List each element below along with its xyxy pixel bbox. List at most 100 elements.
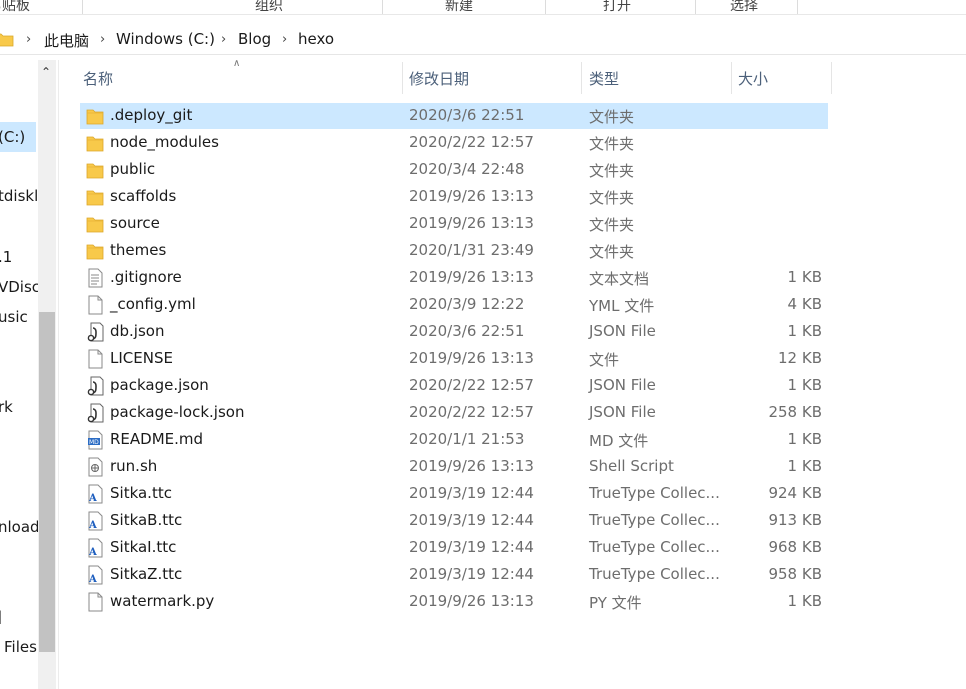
column-header-size[interactable]: 大小 [738,68,768,89]
file-size: 1 KB [787,322,822,340]
file-row[interactable]: scaffolds 2019/9/26 13:13 文件夹 [80,184,828,210]
ribbon-divider [797,0,798,14]
file-type: 文件夹 [589,189,635,207]
json-file-icon [87,322,104,342]
ribbon-group-organize[interactable]: 组织 [255,0,283,14]
file-name: public [110,160,156,178]
file-type: 文件夹 [589,108,635,126]
breadcrumb-this-pc[interactable]: 此电脑 [44,30,89,51]
file-row[interactable]: LICENSE 2019/9/26 13:13 文件 12 KB [80,346,828,372]
column-header-row: 名称 修改日期 类型 大小 [80,60,966,94]
file-size: 12 KB [778,349,822,367]
file-row[interactable]: .deploy_git 2020/3/6 22:51 文件夹 [80,103,828,129]
breadcrumb-blog[interactable]: Blog [238,30,271,48]
file-modified-date: 2020/1/31 23:49 [409,241,534,259]
column-header-name[interactable]: 名称 [83,68,113,89]
text-file-icon [88,268,103,288]
chevron-right-icon[interactable]: › [26,32,31,47]
ribbon-group-select[interactable]: 选择 [730,0,758,14]
scrollbar-thumb[interactable] [39,312,55,652]
blank-file-icon [88,592,103,612]
file-row[interactable]: db.json 2020/3/6 22:51 JSON File 1 KB [80,319,828,345]
ribbon-group-clipboard[interactable]: 剪贴板 [0,0,30,14]
ribbon-divider [545,0,546,14]
file-type: 文件夹 [589,135,635,153]
folder-icon [0,33,14,47]
font-file-icon: A [88,565,103,585]
file-size: 958 KB [768,565,822,583]
file-name: SitkaZ.ttc [110,565,183,583]
file-row[interactable]: public 2020/3/4 22:48 文件夹 [80,157,828,183]
nav-item-music[interactable]: usic [0,308,28,326]
file-name: package-lock.json [110,403,245,421]
chevron-right-icon[interactable]: › [221,32,226,47]
column-header-date[interactable]: 修改日期 [409,68,469,89]
file-row[interactable]: package-lock.json 2020/2/22 12:57 JSON Fil… [80,400,828,426]
nav-item-downloads[interactable]: nload [0,518,40,536]
file-row[interactable]: A SitkaI.ttc 2019/3/19 12:44 TrueType Colle… [80,535,828,561]
navigation-pane[interactable]: (C:) tdiskl .1 VDisc usic rk nload ] Fil… [0,60,59,689]
file-row[interactable]: themes 2020/1/31 23:49 文件夹 [80,238,828,264]
ribbon-group-labels: 剪贴板 组织 新建 打开 选择 [0,0,966,15]
file-name: scaffolds [110,187,177,205]
file-size: 1 KB [787,457,822,475]
file-modified-date: 2020/2/22 12:57 [409,376,534,394]
file-type: JSON File [589,403,656,421]
column-divider[interactable] [731,62,732,94]
scroll-up-icon[interactable]: ⌃ [41,65,51,79]
file-row[interactable]: _config.yml 2020/3/9 12:22 YML 文件 4 KB [80,292,828,318]
nav-item[interactable]: ] [0,608,2,626]
json-file-icon [87,376,104,396]
file-modified-date: 2019/3/19 12:44 [409,538,534,556]
column-divider[interactable] [402,62,403,94]
svg-text:A: A [88,547,97,558]
file-size: 1 KB [787,376,822,394]
file-row[interactable]: A SitkaZ.ttc 2019/3/19 12:44 TrueType Colle… [80,562,828,588]
file-modified-date: 2019/9/26 13:13 [409,592,534,610]
file-type: 文件夹 [589,243,635,261]
file-type: JSON File [589,376,656,394]
file-modified-date: 2019/9/26 13:13 [409,187,534,205]
file-modified-date: 2019/9/26 13:13 [409,268,534,286]
breadcrumb-drive[interactable]: Windows (C:) [116,30,215,48]
nav-item[interactable]: .1 [0,248,12,266]
file-row[interactable]: MD README.md 2020/1/1 21:53 MD 文件 1 KB [80,427,828,453]
nav-item-drive[interactable]: (C:) [0,128,25,146]
file-row[interactable]: node_modules 2020/2/22 12:57 文件夹 [80,130,828,156]
column-divider[interactable] [581,62,582,94]
json-file-icon [87,403,104,423]
file-row[interactable]: source 2019/9/26 13:13 文件夹 [80,211,828,237]
file-name: SitkaI.ttc [110,538,177,556]
file-row[interactable]: run.sh 2019/9/26 13:13 Shell Script 1 KB [80,454,828,480]
file-name: SitkaB.ttc [110,511,183,529]
column-header-type[interactable]: 类型 [589,68,619,89]
file-size: 1 KB [787,268,822,286]
chevron-right-icon[interactable]: › [282,32,287,47]
folder-icon [86,244,104,260]
chevron-right-icon[interactable]: › [100,32,105,47]
nav-item[interactable]: tdiskl [0,187,38,205]
nav-scrollbar[interactable]: ⌃ [38,60,56,689]
nav-item-files[interactable]: Files [4,638,37,656]
nav-item[interactable]: VDisc [0,278,40,296]
file-modified-date: 2020/2/22 12:57 [409,133,534,151]
file-row[interactable]: .gitignore 2019/9/26 13:13 文本文档 1 KB [80,265,828,291]
file-row[interactable]: A Sitka.ttc 2019/3/19 12:44 TrueType Collec… [80,481,828,507]
column-divider[interactable] [831,62,832,94]
file-modified-date: 2019/9/26 13:13 [409,214,534,232]
address-bar[interactable]: › 此电脑 › Windows (C:) › Blog › hexo [0,24,966,55]
file-name: run.sh [110,457,158,475]
file-row[interactable]: package.json 2020/2/22 12:57 JSON File 1 KB [80,373,828,399]
font-file-icon: A [88,511,103,531]
breadcrumb-hexo[interactable]: hexo [298,30,334,48]
file-row[interactable]: A SitkaB.ttc 2019/3/19 12:44 TrueType Colle… [80,508,828,534]
file-name: LICENSE [110,349,173,367]
ribbon-group-open[interactable]: 打开 [603,0,631,14]
nav-item[interactable]: rk [0,398,13,416]
folder-icon [86,136,104,152]
ribbon-group-new[interactable]: 新建 [445,0,473,14]
file-row[interactable]: watermark.py 2019/9/26 13:13 PY 文件 1 KB [80,589,828,615]
svg-text:A: A [88,520,97,531]
folder-icon [86,190,104,206]
file-modified-date: 2019/3/19 12:44 [409,484,534,502]
